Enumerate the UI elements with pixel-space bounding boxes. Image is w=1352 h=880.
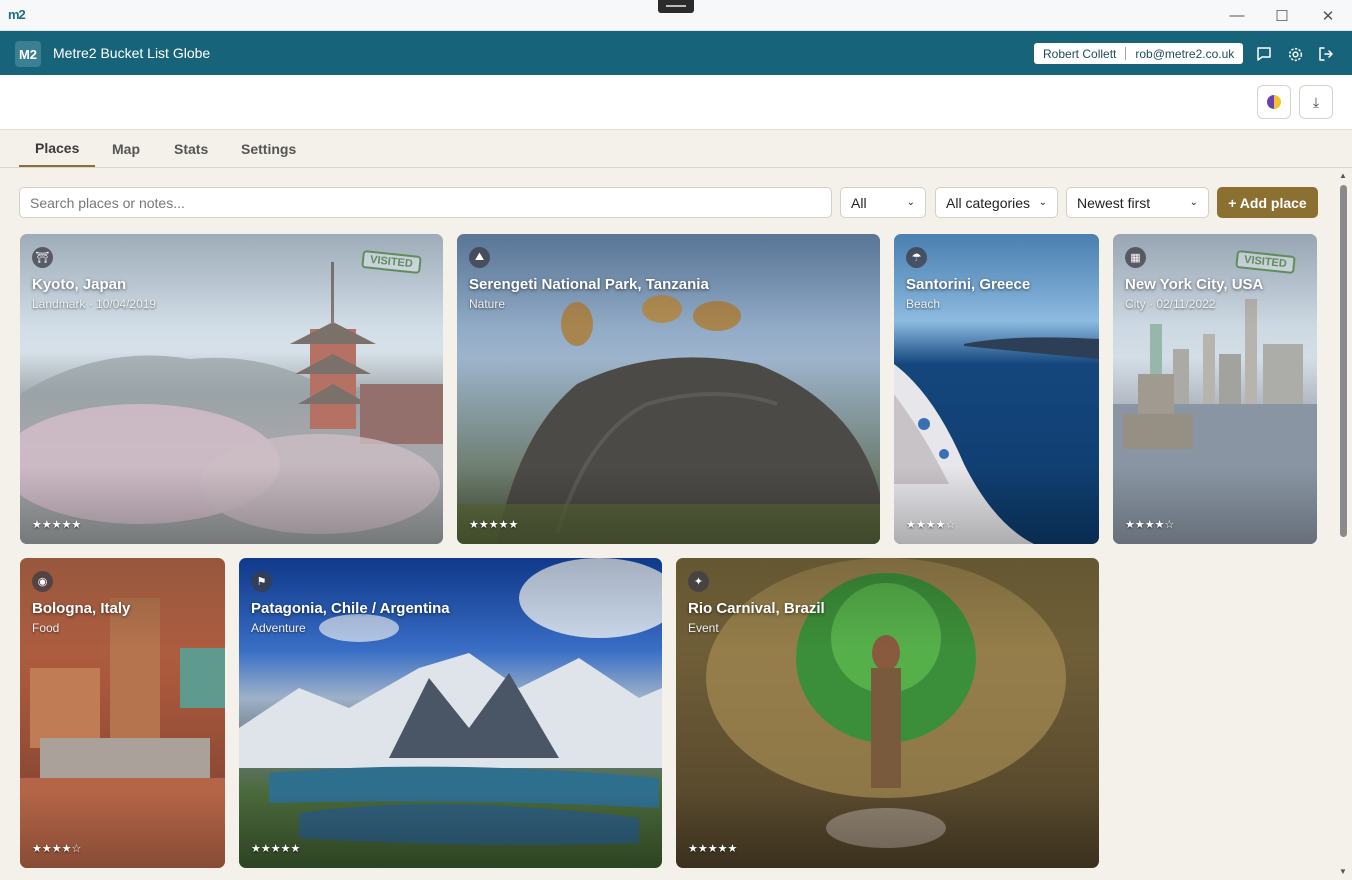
theme-toggle-button[interactable]	[1257, 85, 1291, 119]
status-filter-select[interactable]: All ⌄	[840, 187, 926, 218]
card-title: Santorini, Greece	[906, 276, 1031, 293]
card-title: New York City, USA	[1125, 276, 1264, 293]
drag-handle[interactable]	[658, 0, 694, 13]
app-badge: M2	[15, 41, 41, 67]
tab-bar: Places Map Stats Settings	[0, 130, 1352, 168]
rating-stars: ★★★★★	[469, 519, 519, 531]
card-title: Patagonia, Chile / Argentina	[251, 600, 450, 617]
tab-stats[interactable]: Stats	[158, 130, 224, 167]
search-input[interactable]	[19, 187, 832, 218]
tab-places[interactable]: Places	[19, 130, 96, 167]
chat-icon[interactable]	[1253, 43, 1275, 65]
card-title: Serengeti National Park, Tanzania	[469, 276, 709, 293]
user-chip[interactable]: Robert Collett rob@metre2.co.uk	[1034, 43, 1244, 64]
rating-stars: ★★★★☆	[32, 843, 82, 855]
card-subtitle: Beach	[906, 297, 941, 311]
place-card[interactable]: ⛩ VISITED Kyoto, Japan Landmark · 10/04/…	[20, 234, 443, 544]
rating-stars: ★★★★★	[251, 843, 301, 855]
status-filter-value: All	[851, 194, 867, 211]
gear-icon[interactable]	[1284, 43, 1306, 65]
category-filter-select[interactable]: All categories ⌄	[935, 187, 1058, 218]
place-card[interactable]: ◉ Bologna, Italy Food ★★★★☆	[20, 558, 225, 868]
chevron-down-icon: ⌄	[906, 197, 915, 208]
toolbar: ⤓	[0, 75, 1352, 130]
maximize-button[interactable]: ☐	[1259, 0, 1305, 31]
tab-map[interactable]: Map	[96, 130, 156, 167]
chevron-down-icon: ⌄	[1038, 197, 1047, 208]
card-subtitle: City · 02/11/2022	[1125, 297, 1216, 311]
rating-stars: ★★★★☆	[906, 519, 956, 531]
adventure-icon: ⚑	[251, 571, 272, 592]
place-card[interactable]: ▦ VISITED New York City, USA City · 02/1…	[1113, 234, 1317, 544]
minimize-button[interactable]: —	[1214, 0, 1260, 31]
window-titlebar: m2 — ☐ ✕	[0, 0, 1352, 31]
rating-stars: ★★★★★	[32, 519, 82, 531]
card-subtitle: Adventure	[251, 621, 306, 635]
chevron-down-icon: ⌄	[1189, 197, 1198, 208]
card-title: Bologna, Italy	[32, 600, 131, 617]
scroll-up-icon[interactable]: ▲	[1339, 171, 1347, 180]
tab-settings[interactable]: Settings	[225, 130, 312, 167]
app-logo: m2	[8, 7, 26, 22]
card-subtitle: Landmark · 10/04/2019	[32, 297, 157, 311]
app-header: M2 Metre2 Bucket List Globe Robert Colle…	[0, 31, 1352, 75]
place-card[interactable]: ✦ Rio Carnival, Brazil Event ★★★★★	[676, 558, 1099, 868]
nature-icon: ⛰	[469, 247, 490, 268]
scrollbar-thumb[interactable]	[1340, 185, 1347, 537]
card-subtitle: Nature	[469, 297, 506, 311]
user-email: rob@metre2.co.uk	[1135, 46, 1235, 61]
theme-toggle-icon	[1267, 95, 1281, 109]
add-place-button[interactable]: + Add place	[1217, 187, 1318, 218]
event-icon: ✦	[688, 571, 709, 592]
app-title: Metre2 Bucket List Globe	[53, 45, 211, 61]
card-subtitle: Food	[32, 621, 60, 635]
sort-select[interactable]: Newest first ⌄	[1066, 187, 1209, 218]
rating-stars: ★★★★☆	[1125, 519, 1175, 531]
card-title: Rio Carnival, Brazil	[688, 600, 825, 617]
card-title: Kyoto, Japan	[32, 276, 127, 293]
download-icon: ⤓	[1312, 93, 1320, 110]
beach-icon: ☂	[906, 247, 927, 268]
user-name: Robert Collett	[1043, 46, 1117, 61]
category-filter-value: All categories	[946, 194, 1031, 211]
close-window-button[interactable]: ✕	[1305, 0, 1351, 31]
download-button[interactable]: ⤓	[1299, 85, 1333, 119]
place-card[interactable]: ⛰ Serengeti National Park, Tanzania Natu…	[457, 234, 880, 544]
sort-value: Newest first	[1077, 194, 1151, 211]
landmark-icon: ⛩	[32, 247, 53, 268]
place-card[interactable]: ⚑ Patagonia, Chile / Argentina Adventure…	[239, 558, 662, 868]
divider	[1125, 47, 1127, 60]
rating-stars: ★★★★★	[688, 843, 738, 855]
city-icon: ▦	[1125, 247, 1146, 268]
card-subtitle: Event	[688, 621, 719, 635]
logout-icon[interactable]	[1315, 43, 1337, 65]
place-card[interactable]: ☂ Santorini, Greece Beach ★★★★☆	[894, 234, 1099, 544]
scroll-down-icon[interactable]: ▼	[1339, 867, 1347, 876]
food-icon: ◉	[32, 571, 53, 592]
